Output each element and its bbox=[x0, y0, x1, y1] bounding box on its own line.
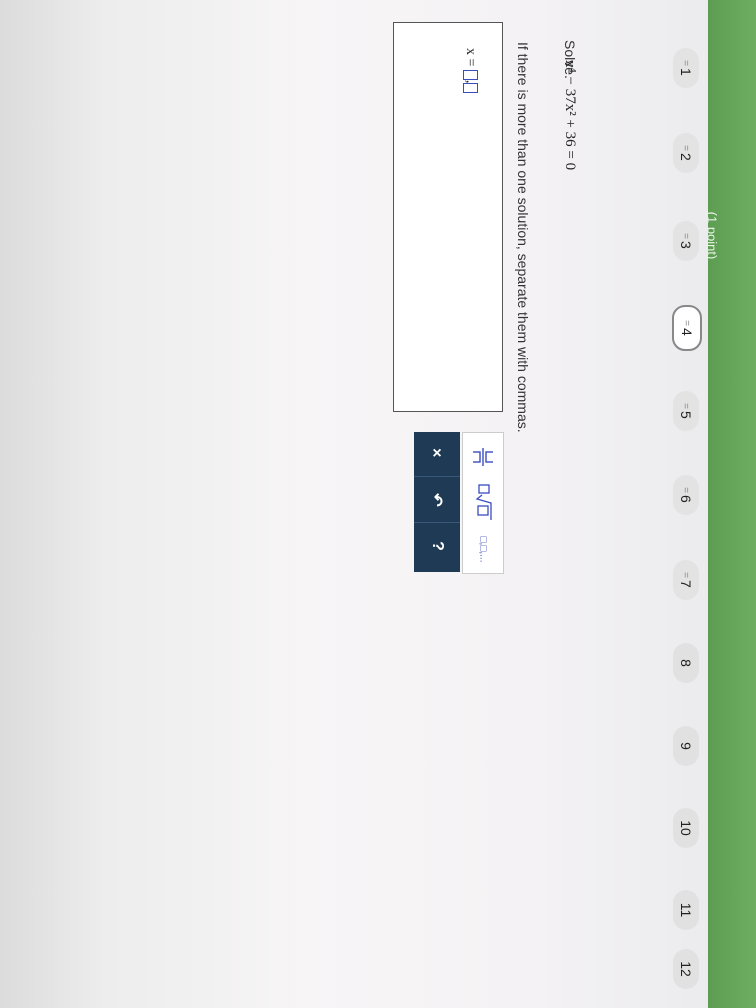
fraction-icon bbox=[473, 448, 493, 466]
nav-label: 5 bbox=[678, 411, 694, 419]
header-bar: (1 point) bbox=[704, 0, 756, 1008]
question-equation: x⁴ − 37x² + 36 = 0 bbox=[562, 60, 578, 171]
nav-question-8[interactable]: 8 bbox=[673, 643, 699, 683]
nav-label: 7 bbox=[678, 580, 694, 588]
nav-label: 8 bbox=[678, 659, 694, 667]
undo-icon: ↶ bbox=[428, 493, 445, 507]
nav-label: 11 bbox=[678, 902, 694, 918]
close-icon: × bbox=[432, 445, 442, 462]
answered-mark: = bbox=[681, 320, 693, 327]
question-instruction: If there is more than one solution, sepa… bbox=[515, 42, 531, 433]
nav-question-3[interactable]: = 3 bbox=[673, 221, 699, 261]
list-label: □,□,... bbox=[477, 536, 489, 562]
nav-label: 12 bbox=[678, 961, 694, 977]
answer-row: x = , bbox=[462, 48, 478, 94]
answered-mark: = bbox=[680, 145, 692, 152]
nav-label: 3 bbox=[678, 241, 694, 249]
sqrt-button[interactable] bbox=[463, 479, 503, 525]
nav-question-5[interactable]: = 5 bbox=[673, 391, 699, 431]
nav-label: 2 bbox=[678, 153, 694, 161]
math-palette: □,□,... bbox=[462, 432, 504, 574]
nav-label: 9 bbox=[678, 742, 694, 750]
nav-label: 10 bbox=[678, 820, 694, 836]
nav-question-7[interactable]: = 7 bbox=[673, 560, 699, 600]
answer-controls: × ↶ ? bbox=[414, 432, 460, 572]
nav-question-6[interactable]: = 6 bbox=[673, 475, 699, 515]
nav-question-2[interactable]: = 2 bbox=[673, 133, 699, 173]
nav-label: 4 bbox=[679, 328, 695, 336]
nav-question-12[interactable]: 12 bbox=[673, 949, 699, 989]
points-label: (1 point) bbox=[704, 211, 720, 260]
sqrt-icon bbox=[475, 484, 492, 520]
answered-mark: = bbox=[680, 60, 692, 67]
answered-mark: = bbox=[680, 487, 692, 494]
help-button[interactable]: ? bbox=[414, 524, 460, 568]
nav-label: 1 bbox=[678, 68, 694, 76]
nav-question-10[interactable]: 10 bbox=[673, 808, 699, 848]
answer-prefix: x = bbox=[463, 48, 478, 67]
nav-label: 6 bbox=[678, 495, 694, 503]
nav-question-4[interactable]: = 4 bbox=[672, 305, 702, 351]
fraction-button[interactable] bbox=[463, 437, 503, 477]
answer-input-box[interactable] bbox=[393, 22, 503, 412]
answer-slot-1[interactable] bbox=[462, 69, 478, 80]
list-button[interactable]: □,□,... bbox=[463, 529, 503, 569]
nav-question-1[interactable]: = 1 bbox=[673, 48, 699, 88]
clear-button[interactable]: × bbox=[414, 432, 460, 477]
undo-button[interactable]: ↶ bbox=[414, 478, 460, 523]
nav-question-9[interactable]: 9 bbox=[673, 726, 699, 766]
answer-slot-2[interactable] bbox=[462, 83, 478, 94]
answered-mark: = bbox=[680, 233, 692, 240]
help-icon: ? bbox=[429, 541, 446, 551]
nav-question-11[interactable]: 11 bbox=[673, 890, 699, 930]
answered-mark: = bbox=[680, 572, 692, 579]
answered-mark: = bbox=[680, 403, 692, 410]
